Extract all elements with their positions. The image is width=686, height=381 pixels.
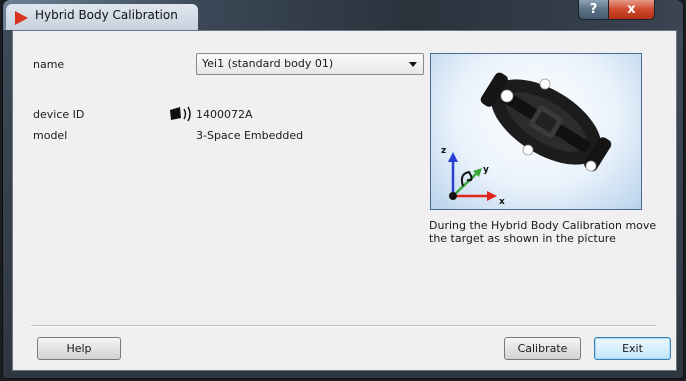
axis-x-label: x <box>499 197 505 207</box>
sensor-device-image <box>448 72 612 201</box>
model-label: model <box>33 129 68 142</box>
dialog-window: Hybrid Body Calibration ? x name Yei1 (s… <box>3 0 683 378</box>
device-id-label: device ID <box>33 108 85 121</box>
window-title: Hybrid Body Calibration <box>35 8 178 22</box>
help-button[interactable]: Help <box>37 337 121 360</box>
axis-z-label: z <box>441 146 447 156</box>
chevron-down-icon <box>409 62 417 67</box>
wireless-device-icon <box>170 106 191 122</box>
divider <box>31 325 656 327</box>
name-dropdown[interactable]: Yei1 (standard body 01) <box>196 53 424 75</box>
calibration-illustration: z y x <box>430 53 642 210</box>
instruction-text: During the Hybrid Body Calibration move … <box>429 219 657 245</box>
title-bar[interactable]: Hybrid Body Calibration ? x <box>3 0 683 30</box>
name-dropdown-value: Yei1 (standard body 01) <box>202 57 334 70</box>
close-button[interactable]: x <box>608 0 655 20</box>
title-help-button[interactable]: ? <box>578 0 609 20</box>
name-label: name <box>33 58 65 71</box>
device-id-value: 1400072A <box>196 108 253 121</box>
axis-y-label: y <box>483 165 489 175</box>
app-logo-icon <box>15 11 28 25</box>
model-value: 3-Space Embedded <box>196 129 304 142</box>
calibrate-button[interactable]: Calibrate <box>504 337 581 360</box>
dialog-content: name Yei1 (standard body 01) device ID 1… <box>12 30 677 371</box>
exit-button[interactable]: Exit <box>594 337 671 360</box>
